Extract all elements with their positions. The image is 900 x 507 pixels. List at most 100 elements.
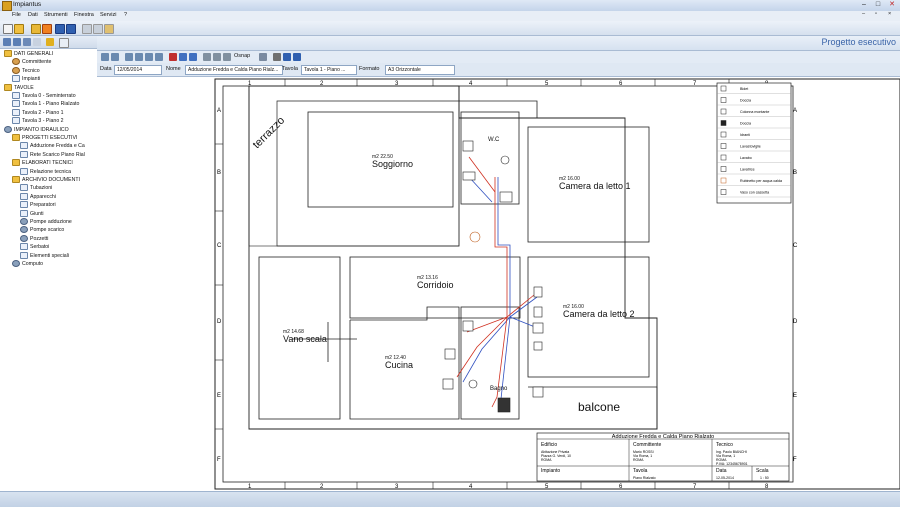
open-icon[interactable] <box>14 24 24 34</box>
tree-item-label: Giunti <box>30 210 44 217</box>
menu-file[interactable]: File <box>12 12 21 18</box>
menu-strumenti[interactable]: Strumenti <box>44 12 68 18</box>
tree-item[interactable]: Computo <box>12 260 43 268</box>
tree-item[interactable]: PROGETTI ESECUTIVI <box>12 134 77 142</box>
new-icon[interactable] <box>3 24 13 34</box>
line-icon[interactable] <box>203 53 211 61</box>
tree-item[interactable]: Pompe scarico <box>20 226 64 234</box>
cut-icon[interactable] <box>82 24 92 34</box>
tree-item[interactable]: Tavola 3 - Piano 2 <box>12 117 64 125</box>
data-label: Data <box>100 66 112 72</box>
mdi-close-icon[interactable]: × <box>888 11 891 17</box>
pan-icon[interactable] <box>155 53 163 61</box>
tree-item[interactable]: Tubazioni <box>20 184 52 192</box>
mdi-minimize-icon[interactable]: – <box>862 11 865 17</box>
room-label: balcone <box>578 400 620 414</box>
save-all-icon[interactable] <box>66 24 76 34</box>
zoom-window-icon[interactable] <box>125 53 133 61</box>
tree-item[interactable]: Tavola 0 - Seminterrato <box>12 92 76 100</box>
save-icon[interactable] <box>55 24 65 34</box>
floor-plan-drawing[interactable]: 1122334455667788 AABBCCDDEEFF <box>97 77 900 491</box>
titleblock-title: Adduzione Fredda e Calda Piano Rialzato <box>612 434 714 440</box>
collapse-icon[interactable] <box>13 38 21 46</box>
tree-item-label: Pompe scarico <box>30 227 65 234</box>
tree-item[interactable]: Relazione tecnica <box>20 167 71 176</box>
zoom-in-icon[interactable] <box>101 53 109 61</box>
menu-servizi[interactable]: Servizi <box>100 12 117 18</box>
row-marker-right: C <box>793 243 798 249</box>
paste-icon[interactable] <box>104 24 114 34</box>
tree-item[interactable]: IMPIANTO IDRAULICO <box>4 125 69 134</box>
editor-header: Progetto esecutivo <box>97 36 900 51</box>
print-icon[interactable] <box>273 53 281 61</box>
expand-icon[interactable] <box>3 38 11 46</box>
nome-field[interactable]: Adduzione Fredda e Calda Piano Rialz... <box>185 65 283 75</box>
titleblock-committente-label: Committente <box>633 442 662 448</box>
rotate-icon[interactable] <box>189 53 197 61</box>
minimize-button[interactable]: – <box>858 1 870 9</box>
tree-item-label: Elementi speciali <box>30 252 69 259</box>
mdi-restore-icon[interactable]: ▫ <box>875 11 877 17</box>
menu-finestra[interactable]: Finestra <box>74 12 94 18</box>
tree-item[interactable]: Impianti <box>12 75 40 83</box>
export-icon[interactable] <box>283 53 291 61</box>
tree-item[interactable]: Preparatori <box>20 201 56 209</box>
select-icon[interactable] <box>169 53 177 61</box>
legend-entry: Doccia <box>740 99 751 103</box>
save-drawing-icon[interactable] <box>293 53 301 61</box>
tree-item[interactable]: ELABORATI TECNICI <box>12 159 73 167</box>
layers-icon[interactable] <box>259 53 267 61</box>
tree-item[interactable]: Elementi speciali <box>20 251 69 260</box>
tree-item[interactable]: Adduzione Fredda e Ca <box>20 142 85 150</box>
tree-item[interactable]: Rete Scarico Piano Rial <box>20 150 85 159</box>
polyline-icon[interactable] <box>213 53 221 61</box>
tree-item[interactable]: ARCHIVIO DOCUMENTI <box>12 176 80 184</box>
close-button[interactable]: ✕ <box>886 1 898 9</box>
properties-icon[interactable] <box>42 24 52 34</box>
legend-entry: Lavastoviglie <box>740 145 761 149</box>
move-icon[interactable] <box>179 53 187 61</box>
tree-item[interactable]: Tavola 2 - Piano 1 <box>12 108 64 117</box>
tree-item[interactable]: Pompe adduzione <box>20 218 72 226</box>
document-icon[interactable] <box>23 38 31 46</box>
folder-icon <box>4 50 12 57</box>
legend-entry: Doccia <box>740 122 751 126</box>
pin-icon[interactable] <box>33 38 41 46</box>
maximize-button[interactable]: □ <box>872 1 884 9</box>
room-label: W.C <box>488 137 500 143</box>
formato-select[interactable]: A3 Orizzontale <box>385 65 455 75</box>
gear-icon <box>4 125 12 133</box>
data-field[interactable]: 12/05/2014 <box>114 65 162 75</box>
panel-toggle-icon[interactable] <box>59 38 69 48</box>
copy-icon[interactable] <box>93 24 103 34</box>
row-marker-left: B <box>217 170 221 176</box>
tree-item[interactable]: Giunti <box>20 209 44 218</box>
doc-icon <box>12 117 20 125</box>
menu-dati[interactable]: Dati <box>28 12 38 18</box>
tree-item[interactable]: DATI GENERALI <box>4 50 53 58</box>
osnap-button[interactable]: Osnap <box>234 53 250 59</box>
tree-item[interactable]: Serbatoi <box>20 243 49 251</box>
menu-help[interactable]: ? <box>124 12 127 18</box>
add-folder-icon[interactable] <box>46 38 54 46</box>
drawing-canvas[interactable]: 1122334455667788 AABBCCDDEEFF <box>97 77 900 491</box>
tree-item[interactable]: Tecnico <box>12 66 40 75</box>
trim-icon[interactable] <box>223 53 231 61</box>
zoom-out-icon[interactable] <box>111 53 119 61</box>
tree-item[interactable]: TAVOLE <box>4 83 34 92</box>
titleblock-impianto-label: Impianto <box>541 468 560 474</box>
zoom-extents-icon[interactable] <box>135 53 143 61</box>
doc-icon <box>20 251 28 259</box>
tree-item[interactable]: Committente <box>12 58 51 66</box>
tree-item[interactable]: Pozzetti <box>20 234 48 243</box>
tree-item-label: Preparatori <box>30 202 56 209</box>
titleblock-scala-value: 1 : 50 <box>760 476 769 480</box>
zoom-previous-icon[interactable] <box>145 53 153 61</box>
room-label: Camera da letto 2 <box>563 309 635 319</box>
tavola-select[interactable]: Tavola 1 - Piano ... <box>301 65 357 75</box>
folder-icon[interactable] <box>31 24 41 34</box>
tree-item[interactable]: Tavola 1 - Piano Rialzato <box>12 100 79 108</box>
tree-item-label: ELABORATI TECNICI <box>22 160 73 167</box>
tree-item[interactable]: Apparecchi <box>20 192 56 201</box>
tree-item-label: Serbatoi <box>30 244 50 251</box>
